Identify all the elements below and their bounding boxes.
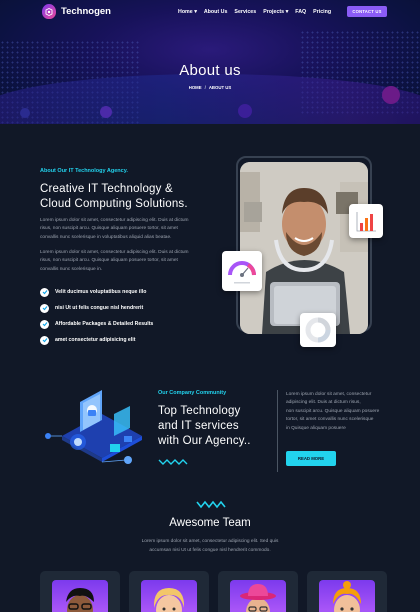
check-label: Affordable Packages & Detailed Results	[55, 321, 154, 327]
list-item: Affordable Packages & Detailed Results	[40, 316, 230, 332]
hero-wave	[0, 74, 420, 124]
donut-icon	[305, 317, 331, 343]
chevron-down-icon: ▾	[192, 9, 197, 15]
logo-icon	[42, 4, 56, 19]
para-line: accumsan nisi Ut ut felis congue nisl he…	[149, 548, 271, 553]
check-label: amet consectetur adipisicing elit	[55, 337, 136, 343]
laptop-isometric-icon	[45, 390, 142, 464]
main-nav: Home ▾ About Us Services Projects ▾ FAQ …	[178, 9, 331, 15]
feature-checklist: Velit ducimus voluptatibus neque illo ni…	[40, 284, 230, 348]
check-icon	[40, 303, 49, 313]
brand-logo[interactable]: Technogen	[42, 4, 111, 19]
about-heading-line: Cloud Computing Solutions.	[40, 198, 188, 210]
nav-item-pricing[interactable]: Pricing	[313, 9, 331, 15]
community-heading: Top Technology and IT services with Our …	[158, 404, 251, 449]
avatar	[52, 580, 108, 612]
avatar	[230, 580, 286, 612]
para-line: adipiscing elit. Duis at dictum risus,	[286, 400, 361, 406]
check-label: Velit ducimus voluptatibus neque illo	[55, 289, 147, 295]
contact-us-button[interactable]: CONTACT US	[347, 6, 387, 17]
about-paragraph-2: Lorem ipsum dolor sit amet, consectetur …	[40, 249, 220, 274]
para-line: convallis nunc scelerisque in voluptatib…	[40, 234, 172, 240]
avatar	[319, 580, 375, 612]
community-heading-line: and IT services	[158, 420, 239, 432]
donut-chart-card	[300, 313, 336, 347]
bar-chart-card	[349, 204, 383, 238]
list-item: nisi Ut ut felis congue nisl hendrerit	[40, 300, 230, 316]
nav-item-projects[interactable]: Projects ▾	[263, 9, 288, 15]
zigzag-icon	[158, 459, 188, 465]
team-card[interactable]	[129, 571, 209, 612]
about-heading-line: Creative IT Technology &	[40, 183, 173, 195]
bar-chart-icon	[356, 212, 376, 232]
about-eyebrow: About Our IT Technology Agency.	[40, 168, 128, 174]
isometric-laptop-illustration	[40, 384, 155, 470]
brand-name: Technogen	[61, 6, 111, 17]
para-line: risus, non suscipit arcu. Quisque aliqua…	[40, 258, 178, 264]
list-item: amet consectetur adipisicing elit	[40, 332, 230, 348]
check-label: nisi Ut ut felis congue nisl hendrerit	[55, 305, 144, 311]
page-title: About us	[179, 62, 241, 79]
community-heading-line: with Our Agency..	[158, 435, 251, 447]
breadcrumb: HOME / ABOUT US	[0, 85, 420, 90]
breadcrumb-home[interactable]: HOME	[189, 85, 202, 90]
nav-label: Home	[178, 9, 193, 15]
hero-orb	[238, 104, 252, 118]
hero-banner: Technogen Home ▾ About Us Services Proje…	[0, 0, 420, 124]
about-heading: Creative IT Technology & Cloud Computing…	[40, 182, 188, 212]
nav-label: Projects	[263, 9, 285, 15]
check-icon	[40, 287, 49, 297]
para-line: convallis nunc scelerisque in.	[40, 266, 103, 272]
community-paragraph: Lorem ipsum dolor sit amet, consectetur …	[286, 391, 396, 433]
breadcrumb-current: ABOUT US	[208, 85, 232, 90]
gauge-card	[222, 251, 262, 291]
para-line: Lorem ipsum dolor sit amet, consectetur	[286, 392, 372, 397]
hero-orb	[100, 106, 112, 118]
para-line: non suscipit arcu. Quisque aliquam posue…	[286, 408, 380, 414]
community-eyebrow: Our Company Community	[158, 390, 227, 396]
team-card[interactable]	[307, 571, 387, 612]
read-more-button[interactable]: READ MORE	[286, 451, 336, 466]
para-line: Lorem ipsum dolor sit amet, consectetur …	[141, 539, 279, 544]
nav-item-services[interactable]: Services	[234, 9, 256, 15]
team-card[interactable]	[40, 571, 120, 612]
check-icon	[40, 319, 49, 329]
team-subtitle: Lorem ipsum dolor sit amet, consectetur …	[110, 537, 310, 555]
avatar	[141, 580, 197, 612]
para-line: risus, non suscipit arcu. Quisque aliqua…	[40, 226, 178, 232]
community-heading-line: Top Technology	[158, 405, 241, 417]
para-line: in Quisque aliquam posuere	[286, 425, 346, 431]
zigzag-icon	[196, 500, 226, 509]
para-line: Lorem ipsum dolor sit amet, consectetur …	[40, 250, 189, 255]
para-line: tortor, sit amet convallis nunc sceleris…	[286, 417, 374, 423]
list-item: Velit ducimus voluptatibus neque illo	[40, 284, 230, 300]
hero-orb	[20, 108, 30, 118]
navbar: Technogen Home ▾ About Us Services Proje…	[0, 0, 420, 24]
team-title: Awesome Team	[169, 517, 251, 529]
gauge-icon	[228, 261, 256, 284]
team-card[interactable]	[218, 571, 298, 612]
team-member-photo	[240, 162, 368, 334]
chevron-down-icon: ▾	[284, 9, 289, 15]
check-icon	[40, 335, 49, 345]
nav-item-home[interactable]: Home ▾	[178, 9, 197, 15]
nav-item-about[interactable]: About Us	[204, 9, 228, 15]
nav-item-faq[interactable]: FAQ	[295, 9, 306, 15]
breadcrumb-separator: /	[204, 85, 206, 90]
vertical-divider	[277, 390, 278, 472]
about-paragraph-1: Lorem ipsum dolor sit amet, consectetur …	[40, 217, 220, 242]
para-line: Lorem ipsum dolor sit amet, consectetur …	[40, 218, 189, 223]
